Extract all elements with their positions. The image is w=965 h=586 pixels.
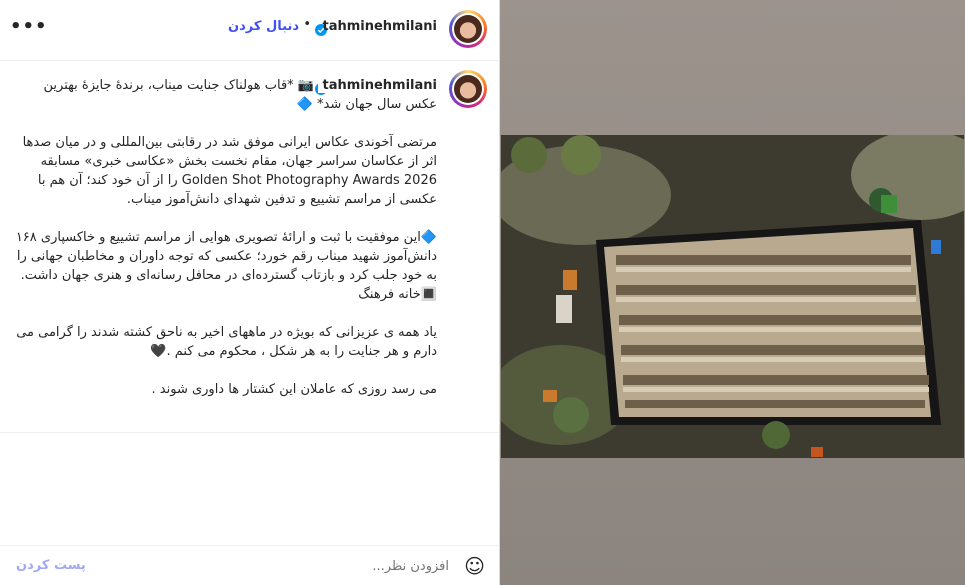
comment-input[interactable] <box>117 554 451 578</box>
caption-paragraph-5: می رسد روزی که عاملان این کشتار ها داوری… <box>151 382 437 397</box>
follow-button[interactable]: دنبال کردن <box>228 19 299 34</box>
separator-dot: • <box>303 17 311 32</box>
header-avatar[interactable] <box>449 10 487 48</box>
caption-paragraph-2: مرتضی آخوندی عکاس ایرانی موفق شد در رقاب… <box>22 135 437 207</box>
comment-bar: ☺ پست کردن <box>0 545 499 586</box>
caption-block: 📷 *قاب هولناک جنایت میناب، برندهٔ جایزهٔ… <box>0 60 499 433</box>
caption-avatar[interactable] <box>449 70 487 108</box>
caption-paragraph-4: یاد همه ی عزیزانی که بویژه در ماههای اخی… <box>16 325 437 359</box>
post-header: ••• دنبال کردن • tahminehmilani <box>0 0 499 61</box>
post-panel: ••• دنبال کردن • tahminehmilani 📷 *قاب ه… <box>0 0 500 585</box>
media-viewer <box>500 0 965 585</box>
more-options-icon[interactable]: ••• <box>10 16 48 37</box>
camera-icon: 📷 <box>293 78 314 93</box>
post-caption: 📷 *قاب هولناک جنایت میناب، برندهٔ جایزهٔ… <box>7 76 437 418</box>
header-username[interactable]: tahminehmilani <box>322 19 437 34</box>
aerial-photo[interactable] <box>501 135 964 458</box>
post-comment-button[interactable]: پست کردن <box>16 558 86 573</box>
caption-username[interactable]: tahminehmilani <box>318 78 437 93</box>
smiley-icon[interactable]: ☺ <box>464 554 485 578</box>
caption-paragraph-3: 🔷این موفقیت با ثبت و ارائهٔ تصویری هوایی… <box>15 230 437 302</box>
